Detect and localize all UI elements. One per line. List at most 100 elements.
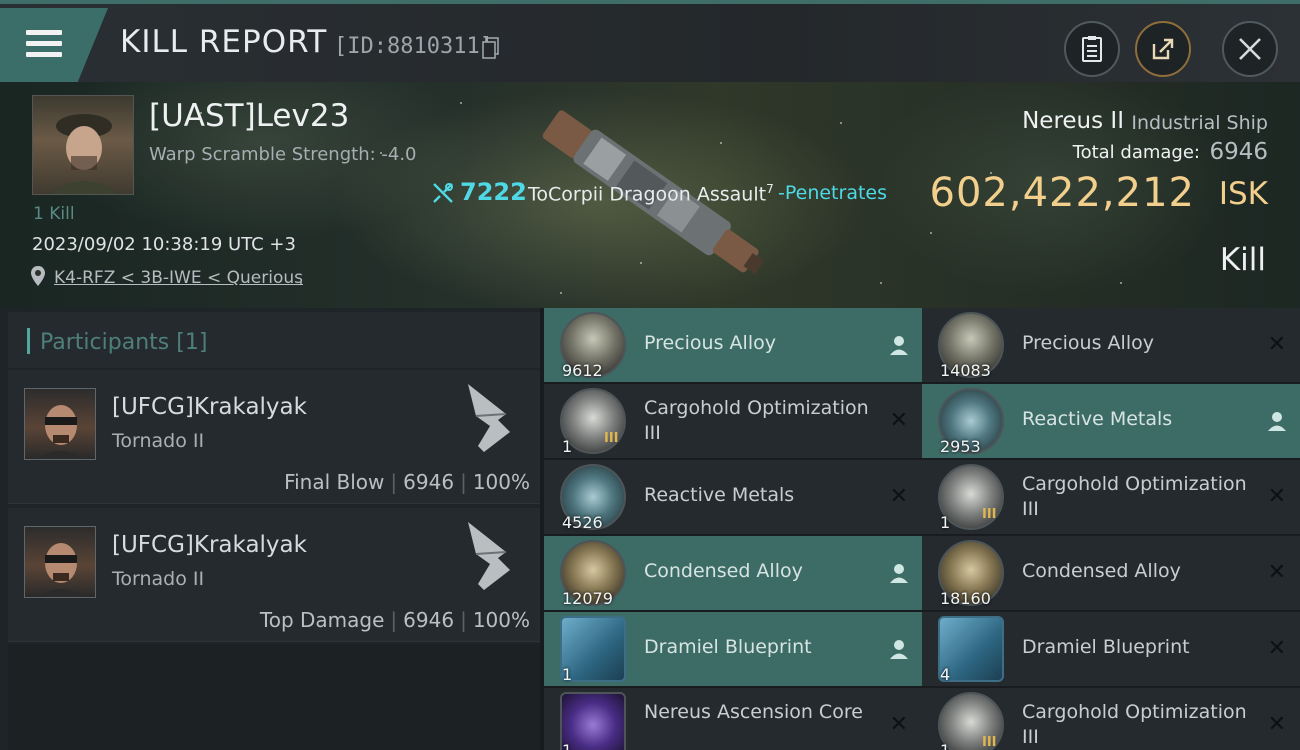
participant-portrait[interactable] (24, 388, 96, 460)
participants-empty-area (8, 644, 540, 750)
ship-icon (468, 384, 510, 452)
item-row[interactable]: 1 III Cargohold Optimization III ✕ (922, 688, 1300, 750)
item-quantity: 12079 (562, 589, 613, 608)
item-row[interactable]: 2953 Reactive Metals (922, 384, 1300, 458)
item-quantity: 14083 (940, 361, 991, 380)
item-row[interactable]: 14083 Precious Alloy ✕ (922, 308, 1300, 382)
participant-card[interactable]: [UFCG]Krakalyak Tornado II Final Blow | 69… (8, 370, 540, 504)
participant-label: Top Damage (259, 608, 385, 632)
participant-portrait[interactable] (24, 526, 96, 598)
item-name: Cargohold Optimization III (1022, 701, 1247, 748)
report-id: [ID:8810311] (334, 34, 493, 59)
item-row[interactable]: 1 Dramiel Blueprint (544, 612, 922, 686)
victim-name[interactable]: [UAST]Lev23 (149, 98, 349, 134)
item-quantity: 1 (940, 741, 950, 750)
total-damage-value: 6946 (1209, 139, 1268, 165)
victim-ship-class: Industrial Ship (1131, 112, 1268, 134)
participants-panel: Participants [1] [UFCG]Krakalyak Tornado… (0, 308, 540, 750)
item-quantity: 1 (562, 665, 573, 684)
clipboard-button[interactable] (1064, 21, 1120, 77)
item-name: Nereus Ascension Core (644, 701, 863, 723)
item-name: Precious Alloy (1022, 332, 1154, 354)
item-level-badge: III (604, 431, 619, 446)
participant-ship: Tornado II (112, 568, 205, 590)
dropped-person-icon (890, 336, 908, 355)
menu-button[interactable] (0, 8, 108, 82)
item-row[interactable]: 1 Nereus Ascension Core ✕ (544, 688, 922, 750)
victim-portrait[interactable] (32, 95, 134, 195)
copy-icon[interactable] (482, 37, 500, 59)
location-pin-icon (31, 266, 45, 286)
item-quantity: 1 (562, 741, 572, 750)
item-quantity: 18160 (940, 589, 991, 608)
weapon-superscript: 7 (766, 182, 774, 196)
clipboard-icon (1082, 36, 1102, 62)
item-level-badge: III (982, 507, 997, 522)
item-row[interactable]: 9612 Precious Alloy (544, 308, 922, 382)
page-title: KILL REPORT (120, 24, 328, 60)
participants-header-accent (27, 328, 30, 354)
kill-count: 1 Kill (33, 204, 75, 224)
item-name: Cargohold Optimization III (644, 397, 869, 444)
item-name: Cargohold Optimization III (1022, 473, 1247, 520)
item-quantity: 1 (940, 513, 951, 532)
destroyed-x-icon: ✕ (1267, 560, 1286, 585)
victim-ship-name[interactable]: Nereus II (1022, 108, 1124, 134)
weapon-effect: -Penetrates (778, 182, 887, 204)
weapon-name: ToCorpii Dragoon Assault7 (528, 182, 774, 206)
dropped-person-icon (890, 564, 908, 583)
item-row[interactable]: 18160 Condensed Alloy ✕ (922, 536, 1300, 610)
destroyed-x-icon: ✕ (1267, 712, 1286, 737)
item-name: Reactive Metals (644, 484, 795, 506)
participant-stats: Final Blow | 6946 | 100% (284, 470, 530, 494)
menu-icon-line (26, 41, 62, 46)
menu-icon-line (26, 52, 62, 57)
participant-damage: 6946 (403, 470, 455, 494)
damage-icon (433, 183, 453, 203)
item-quantity: 2953 (940, 437, 981, 456)
participant-percent: 100% (472, 470, 530, 494)
participant-name[interactable]: [UFCG]Krakalyak (112, 532, 307, 558)
kill-result-label: Kill (1219, 242, 1266, 278)
weapon-damage-value: 7222 (460, 178, 527, 206)
participant-card[interactable]: [UFCG]Krakalyak Tornado II Top Damage | 69… (8, 508, 540, 642)
kill-header: [UAST]Lev23 Warp Scramble Strength: -4.0… (0, 82, 1300, 308)
item-name: Reactive Metals (1022, 408, 1173, 430)
item-name: Condensed Alloy (1022, 560, 1181, 582)
location-link[interactable]: K4-RFZ < 3B-IWE < Querious (54, 268, 303, 288)
isk-unit: ISK (1218, 176, 1268, 212)
close-icon (1239, 38, 1261, 60)
participant-stats: Top Damage | 6946 | 100% (259, 608, 530, 632)
participant-damage: 6946 (403, 608, 455, 632)
item-quantity: 9612 (562, 361, 603, 380)
item-name: Dramiel Blueprint (644, 636, 812, 658)
menu-icon-line (26, 30, 62, 35)
destroyed-x-icon: ✕ (1267, 332, 1286, 357)
destroyed-x-icon: ✕ (889, 712, 908, 737)
item-name: Condensed Alloy (644, 560, 803, 582)
item-quantity: 4526 (562, 513, 603, 532)
isk-value: 602,422,212 (929, 170, 1195, 216)
top-bar: KILL REPORT [ID:8810311] (0, 0, 1300, 82)
items-grid: 9612 Precious Alloy 14083 Precious Alloy ✕ 1 I… (540, 308, 1300, 750)
close-button[interactable] (1222, 21, 1278, 77)
participant-name[interactable]: [UFCG]Krakalyak (112, 394, 307, 420)
participants-title: Participants [1] (40, 330, 208, 355)
item-level-badge: III (982, 735, 997, 750)
item-row[interactable]: 4 Dramiel Blueprint ✕ (922, 612, 1300, 686)
warp-scramble-strength: Warp Scramble Strength: -4.0 (149, 144, 417, 165)
item-row[interactable]: 1 III Cargohold Optimization III ✕ (922, 460, 1300, 534)
participant-label: Final Blow (284, 470, 385, 494)
share-button[interactable] (1135, 21, 1191, 77)
item-name: Precious Alloy (644, 332, 776, 354)
dropped-person-icon (890, 640, 908, 659)
destroyed-x-icon: ✕ (1267, 636, 1286, 661)
total-damage-label: Total damage: (1072, 142, 1200, 163)
item-row[interactable]: 4526 Reactive Metals ✕ (544, 460, 922, 534)
item-row[interactable]: 12079 Condensed Alloy (544, 536, 922, 610)
destroyed-x-icon: ✕ (889, 484, 908, 509)
item-row[interactable]: 1 III Cargohold Optimization III ✕ (544, 384, 922, 458)
destroyed-x-icon: ✕ (1267, 484, 1286, 509)
share-icon (1152, 38, 1174, 60)
participants-count: [1] (176, 330, 208, 355)
